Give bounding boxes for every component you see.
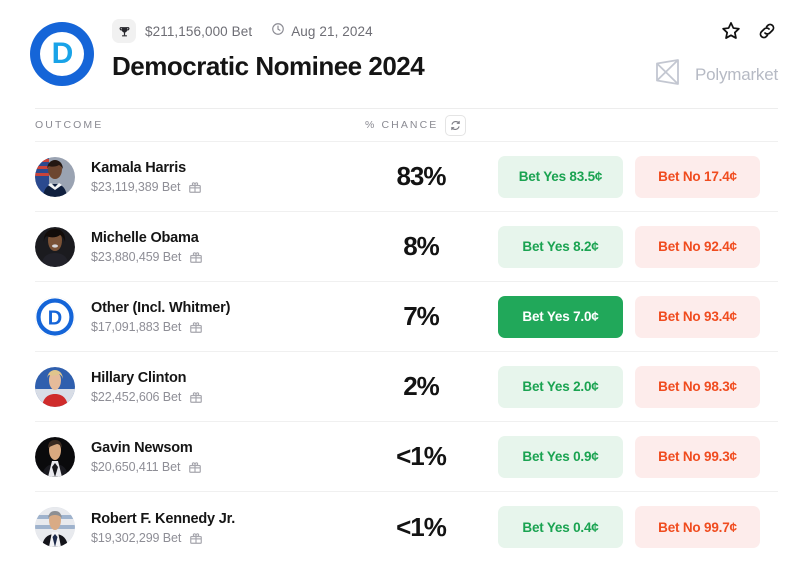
market-header: D $211,156,000 Bet Aug 21, 2024 Democrat…: [0, 0, 800, 108]
democratic-party-d-logo-icon: D: [30, 22, 94, 86]
outcome-bet-line: $17,091,883 Bet: [91, 320, 230, 334]
outcome-cell: D Other (Incl. Whitmer) $17,091,883 Bet: [35, 296, 360, 337]
brand-block: Polymarket: [654, 58, 778, 91]
gift-icon[interactable]: [189, 320, 203, 334]
outcome-name: Other (Incl. Whitmer): [91, 300, 231, 316]
bet-actions: Bet Yes 83.5¢ Bet No 17.4¢: [482, 155, 778, 198]
brand-name: Polymarket: [694, 64, 778, 84]
outcome-bet-line: $20,650,411 Bet: [91, 460, 202, 474]
outcome-cell: Hillary Clinton $22,452,606 Bet: [35, 366, 360, 407]
column-header-chance: % CHANCE: [365, 114, 467, 136]
logo-inner-circle: D: [40, 32, 84, 76]
market-volume: $211,156,000 Bet: [145, 23, 253, 39]
market-date: Aug 21, 2024: [291, 23, 373, 39]
outcome-cell: Michelle Obama $23,880,459 Bet: [35, 226, 360, 267]
bet-yes-button[interactable]: Bet Yes 0.4¢: [498, 506, 623, 548]
outcome-name-block: Michelle Obama $23,880,459 Bet: [91, 229, 203, 264]
bet-no-button[interactable]: Bet No 92.4¢: [635, 225, 760, 268]
outcome-cell: Kamala Harris $23,119,389 Bet: [35, 156, 360, 197]
outcome-name-block: Kamala Harris $23,119,389 Bet: [91, 159, 202, 194]
table-row-5: Gavin Newsom $20,650,411 Bet <1% Bet Yes…: [35, 422, 778, 492]
outcome-name: Kamala Harris: [91, 160, 186, 176]
outcome-bet-amount: $23,119,389 Bet: [91, 180, 181, 194]
bet-yes-button[interactable]: Bet Yes 8.2¢: [498, 225, 623, 268]
header-action-icons: [720, 20, 778, 42]
gift-icon[interactable]: [189, 531, 203, 545]
michelle-obama-avatar-icon: [35, 226, 75, 267]
bet-yes-button[interactable]: Bet Yes 2.0¢: [498, 365, 623, 408]
outcome-name: Michelle Obama: [91, 230, 199, 246]
outcome-name-block: Gavin Newsom $20,650,411 Bet: [91, 439, 202, 474]
gift-icon[interactable]: [188, 460, 202, 474]
polymarket-logo-icon: [654, 58, 684, 91]
outcome-cell: Gavin Newsom $20,650,411 Bet: [35, 436, 360, 477]
robert-f-kennedy-jr-avatar-icon: [35, 507, 75, 547]
table-row-2: Michelle Obama $23,880,459 Bet 8% Bet Ye…: [35, 212, 778, 282]
link-icon[interactable]: [756, 20, 778, 42]
gavin-newsom-avatar-icon: [35, 436, 75, 477]
outcomes-table: OUTCOME % CHANCE Kamala Harris $23,119,3…: [0, 108, 800, 562]
hillary-clinton-avatar-icon: [35, 366, 75, 407]
outcome-name-block: Other (Incl. Whitmer) $17,091,883 Bet: [91, 299, 230, 334]
bet-actions: Bet Yes 0.4¢ Bet No 99.7¢: [482, 506, 778, 548]
table-row-6: Robert F. Kennedy Jr. $19,302,299 Bet <1…: [35, 492, 778, 562]
market-date-group: Aug 21, 2024: [271, 22, 373, 41]
outcome-bet-amount: $22,452,606 Bet: [91, 390, 182, 404]
column-header-chance-label: % CHANCE: [365, 119, 439, 131]
bet-actions: Bet Yes 7.0¢ Bet No 93.4¢: [482, 295, 778, 338]
table-row-3: D Other (Incl. Whitmer) $17,091,883 Bet: [35, 282, 778, 352]
bet-no-button[interactable]: Bet No 99.7¢: [635, 506, 760, 548]
democratic-party-d-logo-icon: D: [35, 296, 75, 337]
bet-no-button[interactable]: Bet No 17.4¢: [635, 155, 760, 198]
header-text-block: $211,156,000 Bet Aug 21, 2024 Democratic…: [112, 18, 425, 81]
outcome-name-block: Robert F. Kennedy Jr. $19,302,299 Bet: [91, 510, 235, 545]
gift-icon[interactable]: [189, 250, 203, 264]
outcome-bet-line: $19,302,299 Bet: [91, 531, 235, 545]
outcome-bet-amount: $17,091,883 Bet: [91, 320, 182, 334]
chance-value: 8%: [403, 231, 440, 261]
kamala-harris-avatar-icon: [35, 156, 75, 197]
table-row-1: Kamala Harris $23,119,389 Bet 83% Bet Ye…: [35, 142, 778, 212]
refresh-icon[interactable]: [445, 114, 467, 136]
bet-no-button[interactable]: Bet No 99.3¢: [635, 435, 760, 478]
logo-letter: D: [51, 37, 74, 70]
outcome-bet-amount: $23,880,459 Bet: [91, 250, 182, 264]
page-title: Democratic Nominee 2024: [112, 51, 425, 81]
outcome-bet-amount: $20,650,411 Bet: [91, 460, 181, 474]
outcome-cell: Robert F. Kennedy Jr. $19,302,299 Bet: [35, 507, 360, 547]
table-body: Kamala Harris $23,119,389 Bet 83% Bet Ye…: [35, 142, 778, 562]
bet-no-button[interactable]: Bet No 98.3¢: [635, 365, 760, 408]
bet-no-button[interactable]: Bet No 93.4¢: [635, 295, 760, 338]
table-column-headers: OUTCOME % CHANCE: [35, 108, 778, 142]
chance-value: <1%: [396, 511, 447, 542]
bet-yes-button[interactable]: Bet Yes 0.9¢: [498, 435, 623, 478]
bet-actions: Bet Yes 2.0¢ Bet No 98.3¢: [482, 365, 778, 408]
column-header-outcome: OUTCOME: [35, 119, 104, 131]
gift-icon[interactable]: [189, 390, 203, 404]
trophy-icon: [112, 19, 136, 43]
outcome-bet-line: $23,119,389 Bet: [91, 180, 202, 194]
outcome-name: Robert F. Kennedy Jr.: [91, 510, 236, 527]
svg-text:D: D: [48, 307, 62, 329]
outcome-name: Gavin Newsom: [91, 440, 193, 456]
outcome-name-block: Hillary Clinton $22,452,606 Bet: [91, 369, 203, 404]
outcome-bet-line: $22,452,606 Bet: [91, 390, 203, 404]
chance-value: 83%: [396, 161, 446, 191]
star-icon[interactable]: [720, 20, 742, 42]
bet-yes-button[interactable]: Bet Yes 83.5¢: [498, 155, 623, 198]
polymarket-market-card: D $211,156,000 Bet Aug 21, 2024 Democrat…: [0, 0, 800, 556]
market-meta-row: $211,156,000 Bet Aug 21, 2024: [112, 19, 424, 43]
outcome-name: Hillary Clinton: [91, 370, 187, 386]
chance-value: <1%: [396, 441, 447, 471]
chance-value: 7%: [403, 301, 440, 331]
bet-actions: Bet Yes 8.2¢ Bet No 92.4¢: [482, 225, 778, 268]
chance-value: 2%: [403, 371, 440, 401]
bet-actions: Bet Yes 0.9¢ Bet No 99.3¢: [482, 435, 778, 478]
gift-icon[interactable]: [188, 180, 202, 194]
table-row-4: Hillary Clinton $22,452,606 Bet 2% Bet Y…: [35, 352, 778, 422]
clock-icon: [271, 22, 285, 41]
bet-yes-button[interactable]: Bet Yes 7.0¢: [498, 295, 623, 338]
outcome-bet-amount: $19,302,299 Bet: [91, 530, 182, 545]
outcome-bet-line: $23,880,459 Bet: [91, 250, 203, 264]
